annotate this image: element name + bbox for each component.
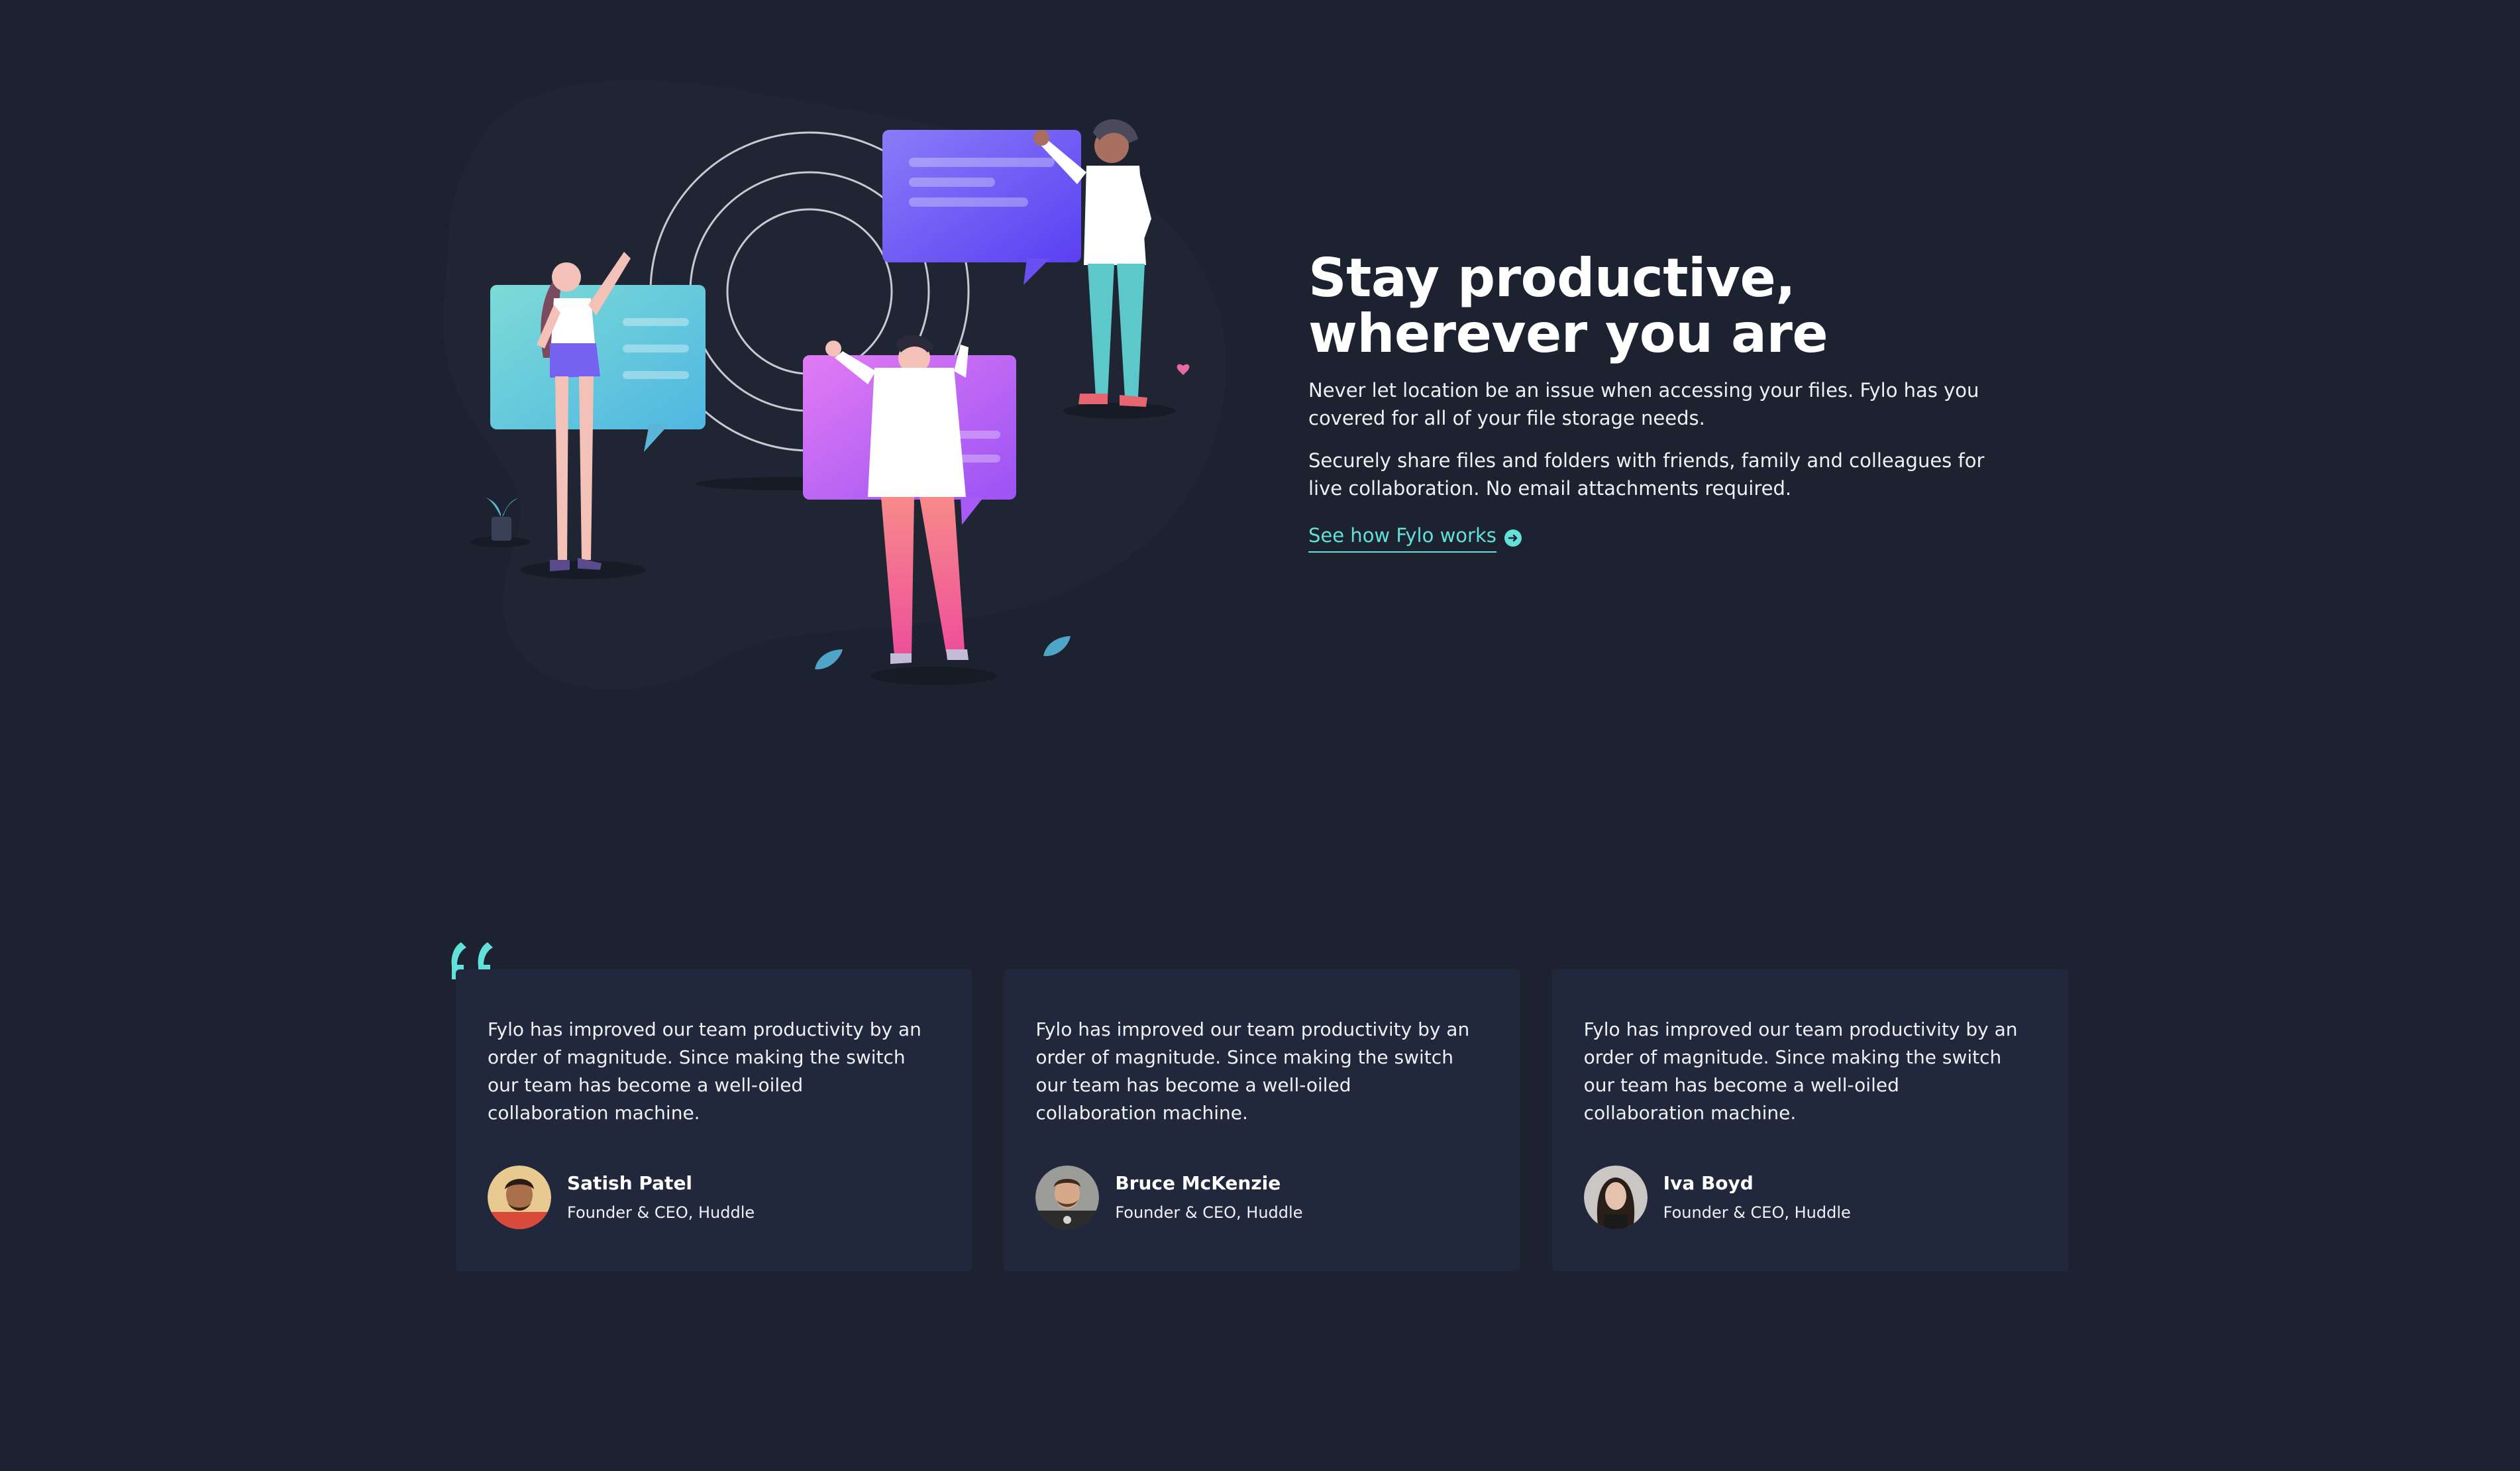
see-how-fylo-works-link[interactable]: See how Fylo works [1308, 522, 1523, 553]
plant [484, 497, 518, 541]
author-name: Satish Patel [567, 1172, 693, 1194]
avatar [1035, 1166, 1100, 1229]
arrow-right-circle-icon [1503, 528, 1523, 548]
cta-label: See how Fylo works [1308, 522, 1496, 553]
testimonial-author: Bruce McKenzie Founder & CEO, Huddle [1035, 1166, 1488, 1229]
testimonial-quote: Fylo has improved our team productivity … [1035, 1018, 1470, 1124]
avatar [1583, 1166, 1648, 1229]
testimonial-card: Fylo has improved our team productivity … [456, 969, 972, 1272]
testimonial-card: Fylo has improved our team productivity … [1004, 969, 1520, 1272]
author-role: Founder & CEO, Huddle [567, 1203, 755, 1222]
section-paragraph-1: Never let location be an issue when acce… [1308, 379, 1979, 429]
testimonial-author: Satish Patel Founder & CEO, Huddle [488, 1166, 940, 1229]
testimonial-quote: Fylo has improved our team productivity … [488, 1018, 921, 1124]
leaf [815, 649, 843, 670]
stay-productive-illustration [437, 66, 1272, 702]
testimonial-author: Iva Boyd Founder & CEO, Huddle [1583, 1166, 2036, 1229]
author-name: Bruce McKenzie [1115, 1172, 1281, 1194]
testimonial-card: Fylo has improved our team productivity … [1551, 969, 2068, 1272]
avatar [488, 1166, 551, 1229]
section-paragraph-2: Securely share files and folders with fr… [1308, 449, 1985, 500]
stay-productive-section: Stay productive, wherever you are Never … [1308, 250, 2024, 553]
leaf [1043, 636, 1071, 657]
section-heading: Stay productive, wherever you are [1308, 247, 1828, 364]
testimonial-quote: Fylo has improved our team productivity … [1583, 1018, 2018, 1124]
testimonials-list: Fylo has improved our team productivity … [456, 969, 2068, 1272]
author-name: Iva Boyd [1663, 1172, 1754, 1194]
author-role: Founder & CEO, Huddle [1663, 1203, 1851, 1222]
author-role: Founder & CEO, Huddle [1115, 1203, 1303, 1222]
